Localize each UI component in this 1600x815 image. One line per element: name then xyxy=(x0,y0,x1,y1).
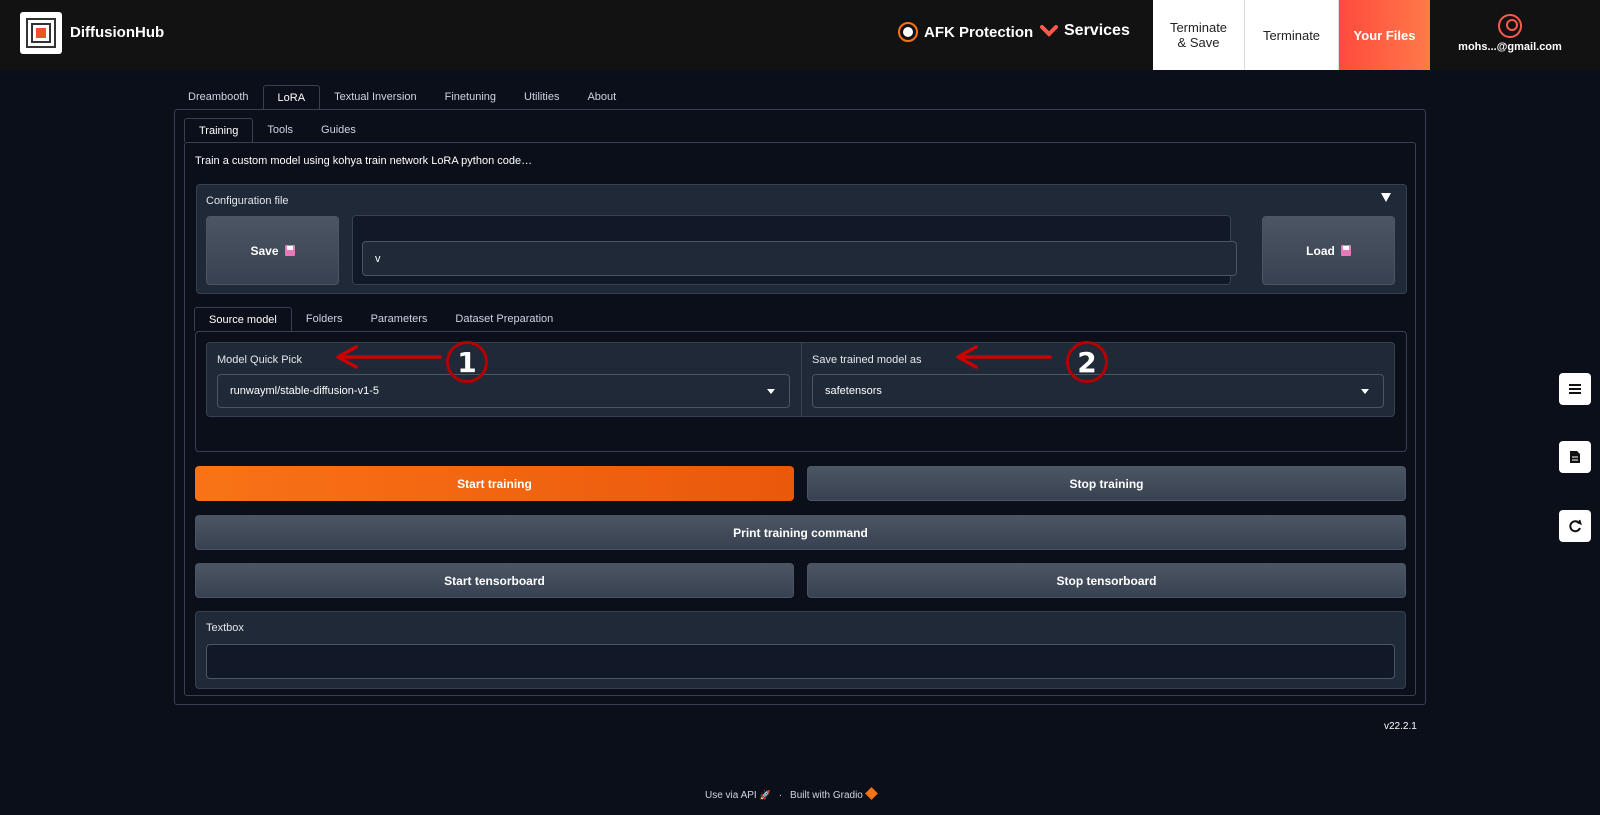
start-tensorboard-button[interactable]: Start tensorboard xyxy=(195,563,794,598)
sub-tabs: Training Tools Guides xyxy=(184,118,370,142)
version-label: v22.2.1 xyxy=(1384,721,1417,732)
afk-protection-button[interactable]: AFK Protection xyxy=(898,22,1033,42)
tab-guides[interactable]: Guides xyxy=(307,118,370,142)
use-via-api-label: Use via API xyxy=(705,789,757,801)
your-files-button[interactable]: Your Files xyxy=(1339,0,1430,70)
save-model-as-value: safetensors xyxy=(825,385,882,397)
rocket-icon: 🚀 xyxy=(759,789,771,800)
services-label: Services xyxy=(1064,22,1130,39)
user-email: mohs...@gmail.com xyxy=(1458,41,1562,53)
load-config-button[interactable]: Load xyxy=(1262,216,1395,285)
top-bar: DiffusionHub AFK Protection Services Ter… xyxy=(0,0,1600,70)
terminate-save-label-line2: & Save xyxy=(1177,35,1220,50)
terminate-save-label-line1: Terminate xyxy=(1169,20,1228,35)
tab-about[interactable]: About xyxy=(573,85,630,109)
dropdown-arrow-icon xyxy=(1361,389,1369,394)
user-account[interactable]: mohs...@gmail.com xyxy=(1450,14,1570,53)
annotation-arrow-1 xyxy=(336,345,442,369)
column-divider xyxy=(801,342,802,417)
model-quick-pick-label: Model Quick Pick xyxy=(217,354,302,366)
tab-folders[interactable]: Folders xyxy=(292,307,357,331)
chevron-down-icon xyxy=(1040,25,1058,37)
annotation-arrow-2 xyxy=(956,345,1052,369)
terminate-and-save-button[interactable]: Terminate & Save xyxy=(1153,0,1245,70)
training-description: Train a custom model using kohya train n… xyxy=(195,155,533,167)
source-model-tabs: Source model Folders Parameters Dataset … xyxy=(194,307,567,331)
annotation-number-1: 1 xyxy=(446,341,488,383)
model-quick-pick-value: runwayml/stable-diffusion-v1-5 xyxy=(230,385,379,397)
tab-lora[interactable]: LoRA xyxy=(262,85,321,109)
save-model-as-label: Save trained model as xyxy=(812,354,922,366)
tab-dataset-preparation[interactable]: Dataset Preparation xyxy=(441,307,567,331)
main-tabs: Dreambooth LoRA Textual Inversion Finetu… xyxy=(174,85,630,109)
textbox-input[interactable] xyxy=(206,644,1395,679)
tab-dreambooth[interactable]: Dreambooth xyxy=(174,85,263,109)
built-with-gradio-link[interactable]: Built with Gradio xyxy=(790,787,878,801)
stop-tensorboard-button[interactable]: Stop tensorboard xyxy=(807,563,1406,598)
print-training-command-button[interactable]: Print training command xyxy=(195,515,1406,550)
built-with-gradio-label: Built with Gradio xyxy=(790,790,863,801)
tab-tools[interactable]: Tools xyxy=(253,118,307,142)
refresh-icon[interactable] xyxy=(1559,510,1591,542)
tab-source-model[interactable]: Source model xyxy=(194,307,292,331)
save-config-label: Save xyxy=(250,243,279,258)
textbox-label: Textbox xyxy=(206,622,244,634)
user-icon xyxy=(1498,14,1522,38)
record-icon xyxy=(898,22,918,42)
collapse-caret-icon[interactable] xyxy=(1381,193,1391,202)
annotation-number-2: 2 xyxy=(1066,341,1108,383)
save-config-button[interactable]: Save xyxy=(206,216,339,285)
tab-training[interactable]: Training xyxy=(184,118,254,142)
tab-parameters[interactable]: Parameters xyxy=(357,307,442,331)
tab-textual-inversion[interactable]: Textual Inversion xyxy=(320,85,431,109)
your-files-label: Your Files xyxy=(1353,27,1416,43)
gradio-logo-icon xyxy=(864,787,878,800)
floppy-disk-icon xyxy=(1340,245,1351,256)
stop-training-button[interactable]: Stop training xyxy=(807,466,1406,501)
dropdown-arrow-icon xyxy=(767,389,775,394)
menu-icon[interactable] xyxy=(1559,373,1591,405)
document-icon[interactable] xyxy=(1559,441,1591,473)
use-via-api-link[interactable]: Use via API 🚀 xyxy=(705,790,771,801)
footer-separator: · xyxy=(778,789,783,801)
logo-icon[interactable] xyxy=(20,12,62,54)
start-training-button[interactable]: Start training xyxy=(195,466,794,501)
brand-name: DiffusionHub xyxy=(70,24,165,41)
configuration-file-label: Configuration file xyxy=(206,195,289,207)
floppy-disk-icon xyxy=(284,245,295,256)
services-button[interactable]: Services xyxy=(1040,22,1130,40)
afk-label: AFK Protection xyxy=(924,23,1034,41)
tab-utilities[interactable]: Utilities xyxy=(510,85,573,109)
model-quick-pick-dropdown[interactable]: runwayml/stable-diffusion-v1-5 xyxy=(217,374,790,408)
load-config-label: Load xyxy=(1306,243,1335,258)
footer: Use via API 🚀 · Built with Gradio xyxy=(705,787,878,801)
terminate-label: Terminate xyxy=(1262,27,1321,43)
config-file-input[interactable]: v xyxy=(362,241,1237,276)
terminate-button[interactable]: Terminate xyxy=(1245,0,1339,70)
tab-finetuning[interactable]: Finetuning xyxy=(431,85,510,109)
